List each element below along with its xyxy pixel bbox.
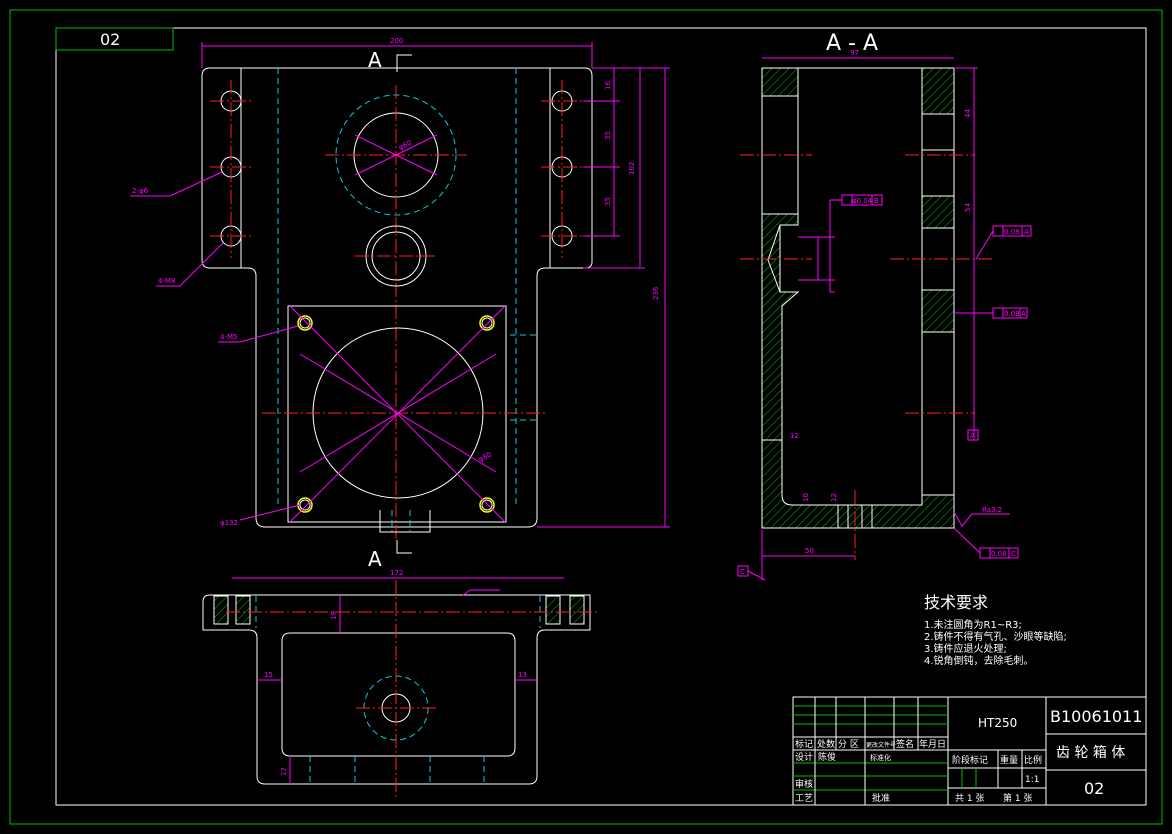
tech-item-1: 1.未注圆角为R1~R3; [924, 618, 1022, 631]
svg-text:A: A [1021, 310, 1026, 318]
tb-design-label: 设计 [795, 751, 813, 763]
tech-item-2: 2.铸件不得有气孔、沙眼等缺陷; [924, 630, 1067, 643]
tb-col-change: 更改文件号 [866, 741, 896, 749]
dim-b19: 19 [330, 611, 338, 620]
dim-sec-50: 50 [805, 547, 814, 555]
tb-stage: 阶段标记 [952, 754, 988, 766]
section-mark-top: A [368, 48, 382, 72]
dim-sec-44: 44 [964, 109, 972, 118]
dim-sec-12b: 12 [830, 493, 838, 502]
tech-title: 技术要求 [924, 593, 988, 612]
svg-text:B: B [874, 197, 879, 205]
svg-text:0.08: 0.08 [991, 550, 1007, 558]
dim-102: 102 [628, 162, 636, 175]
svg-text:0.08: 0.08 [1004, 310, 1020, 318]
tb-col-zone: 分 区 [838, 739, 859, 750]
section-view: A - A 97 44 54 12 50 10 12 0.08 A 0.08 A… [737, 31, 1032, 581]
dim-16: 16 [604, 81, 612, 90]
dim-35a: 35 [604, 131, 612, 140]
tb-material: HT250 [978, 716, 1017, 730]
svg-text:0.08: 0.08 [1004, 228, 1020, 236]
tb-sheet-index: 第 1 张 [1003, 792, 1032, 804]
tol-frame-2: 0.08 A [954, 307, 1028, 319]
dim-b17: 17 [280, 767, 288, 776]
note-dia-60: φ60 [397, 139, 413, 152]
dim-b13: 13 [518, 671, 527, 679]
tb-sheet-code: 02 [1084, 779, 1104, 798]
dim-bottom-width: 172 [390, 569, 403, 577]
tol-frame-1: 0.08 A [975, 225, 1032, 260]
tb-part-name: 齿 轮 箱 体 [1056, 745, 1125, 761]
note-holes-2: 2-φ6 [132, 187, 149, 195]
dim-35b: 35 [604, 197, 612, 206]
tb-weight: 重量 [1000, 754, 1018, 766]
note-holes-4b: 4-M5 [220, 333, 237, 341]
roughness-symbol: Ra3.2 [953, 506, 1010, 527]
dim-sec-54: 54 [964, 203, 972, 212]
tol-frame-4: φ0.04 B [841, 194, 883, 206]
note-dia-80: φ80 [477, 450, 493, 463]
svg-text:C: C [1011, 550, 1016, 558]
tb-col-sign: 签名 [896, 738, 914, 750]
dim-sec-width: 97 [850, 49, 859, 57]
bottom-view: 172 19 15 13 17 [202, 569, 598, 800]
svg-text:A: A [970, 432, 975, 440]
note-holes-4a: 4-M8 [158, 277, 175, 285]
dim-sec-12: 12 [790, 432, 799, 440]
front-view: A A 200 236 102 16 35 35 2-φ6 4-M8 4-M5 … [130, 37, 670, 571]
note-dia-132: φ132 [220, 519, 238, 527]
tb-col-date: 年月日 [919, 738, 946, 750]
tb-process: 工艺 [795, 793, 813, 804]
tb-col-count: 处数 [817, 738, 835, 750]
tech-item-3: 3.铸件应退火处理; [924, 642, 1007, 655]
dim-b15: 15 [264, 671, 273, 679]
dim-height-total: 236 [652, 286, 660, 300]
sheet-tag-box: 02 [55, 27, 174, 51]
tb-sheets-total: 共 1 张 [955, 793, 984, 804]
svg-text:A: A [1024, 228, 1029, 236]
tb-review: 审核 [795, 778, 813, 790]
title-block: 标记 处数 分 区 更改文件号 签名 年月日 设计 陈俊 标准化 审核 工艺 批… [792, 696, 1147, 806]
dim-sec-10: 10 [802, 493, 810, 502]
tb-scale: 1:1 [1025, 775, 1039, 785]
svg-text:φ0.04: φ0.04 [852, 197, 873, 205]
tb-scale-label: 比例 [1024, 754, 1042, 766]
tech-requirements: 技术要求 1.未注圆角为R1~R3; 2.铸件不得有气孔、沙眼等缺陷; 3.铸件… [924, 593, 1067, 667]
section-mark-bottom: A [368, 547, 382, 571]
datum-a: A [967, 429, 979, 441]
svg-text:C: C [740, 568, 745, 576]
dim-top-width: 200 [390, 37, 403, 45]
sheet-tag: 02 [100, 30, 120, 49]
svg-text:Ra3.2: Ra3.2 [982, 506, 1002, 514]
tol-frame-3: 0.08 C [953, 527, 1019, 559]
inner-frame [55, 27, 1147, 806]
tb-standard: 标准化 [870, 753, 891, 762]
tb-approve: 批准 [872, 792, 890, 804]
outer-frame [9, 9, 1163, 825]
tb-drawing-number: B10061011 [1050, 707, 1142, 726]
tech-item-4: 4.锐角倒钝，去除毛刺。 [924, 654, 1034, 667]
datum-c: C [737, 565, 766, 581]
tb-col-mark: 标记 [795, 738, 813, 750]
tb-designer: 陈俊 [818, 751, 836, 763]
cad-drawing: 02 A A 200 236 102 16 35 35 2-φ6 4-M8 4-… [9, 9, 1163, 825]
